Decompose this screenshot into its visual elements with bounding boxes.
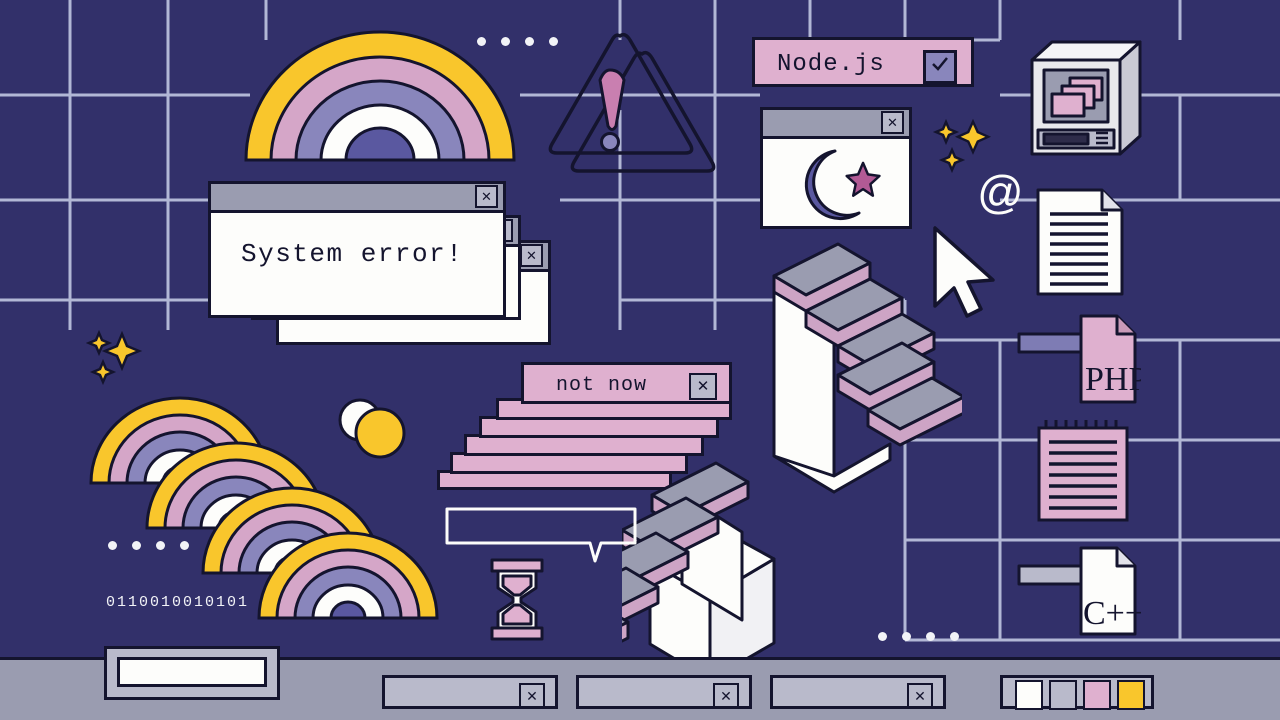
node-js-text: Node.js [777, 51, 885, 78]
close-icon[interactable]: ✕ [520, 244, 543, 267]
hourglass-icon [490, 558, 544, 641]
cpp-file-label: C++ [1083, 595, 1141, 632]
dot [878, 632, 887, 641]
tray-swatch-yellow[interactable] [1117, 680, 1145, 710]
dot [926, 632, 935, 641]
php-file-icon[interactable]: PHP [1013, 310, 1141, 408]
sparkle-group-left [86, 330, 143, 386]
at-sign-icon: @ [977, 166, 1024, 218]
error-window-titlebar: ✕ [211, 184, 503, 213]
system-tray [1000, 675, 1154, 710]
dot [950, 632, 959, 641]
php-file-label: PHP [1085, 361, 1141, 398]
retro-computer-icon [1030, 40, 1142, 156]
node-js-label[interactable]: Node.js [752, 37, 974, 87]
error-window[interactable]: ✕ System error! [208, 181, 506, 318]
error-window-text: System error! [241, 239, 464, 269]
cpp-file-icon[interactable]: C++ [1013, 542, 1141, 640]
dot [132, 541, 141, 550]
circle-pair [338, 398, 406, 459]
binary-text: 0110010010101 [106, 594, 250, 611]
task-button-3[interactable]: ✕ [770, 675, 946, 709]
speech-bubble-icon[interactable] [443, 505, 643, 565]
close-icon[interactable]: ✕ [907, 683, 933, 708]
moon-window[interactable]: ✕ [760, 107, 912, 229]
close-icon[interactable]: ✕ [881, 111, 904, 134]
close-icon[interactable]: ✕ [475, 185, 498, 208]
checkmark-icon[interactable] [923, 50, 957, 84]
rainbow-cascade [89, 396, 439, 620]
dot [108, 541, 117, 550]
dot [156, 541, 165, 550]
tray-swatch-white[interactable] [1015, 680, 1043, 710]
close-icon[interactable]: ✕ [713, 683, 739, 708]
start-button[interactable] [104, 646, 280, 700]
isometric-stairs-icon [622, 242, 962, 672]
text-document-icon [1036, 188, 1124, 296]
task-button-2[interactable]: ✕ [576, 675, 752, 709]
close-icon[interactable]: ✕ [519, 683, 545, 708]
warning-triangle-icon [548, 32, 716, 173]
dot [902, 632, 911, 641]
start-button-field[interactable] [117, 657, 267, 687]
task-button-1[interactable]: ✕ [382, 675, 558, 709]
moon-window-titlebar: ✕ [763, 110, 909, 139]
rainbow-top [244, 30, 516, 162]
spiral-notepad-icon [1037, 420, 1129, 522]
tray-swatch-pink[interactable] [1083, 680, 1111, 710]
illustration-canvas: Node.js @ ✕ ✕ ✕ System error! PHP C++ no… [0, 0, 1280, 720]
dot [180, 541, 189, 550]
dot [501, 37, 510, 46]
tray-swatch-blue[interactable] [1049, 680, 1077, 710]
moon-window-content [804, 149, 881, 221]
dot [477, 37, 486, 46]
